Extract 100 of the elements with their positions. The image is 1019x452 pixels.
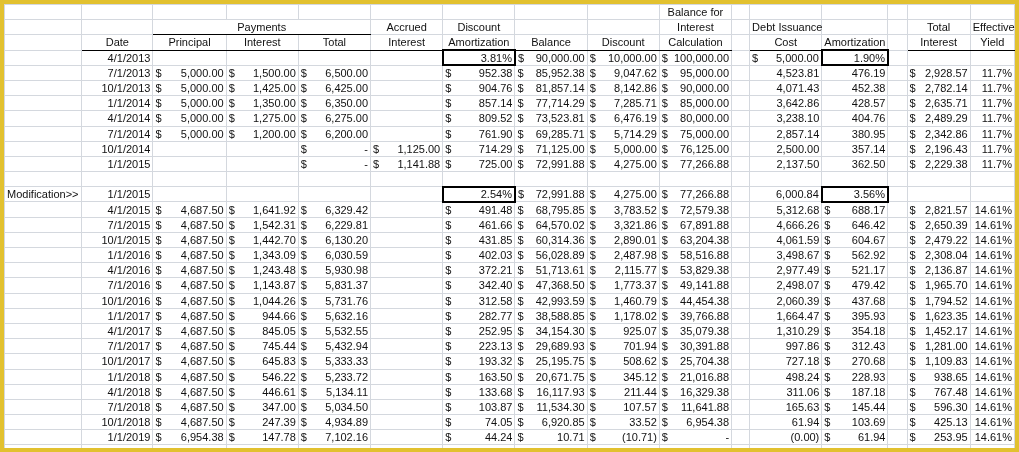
cell-value: 6,350.00 [325,97,369,110]
cell-value: 34,154.30 [535,325,585,338]
column-header: Discount [587,34,660,51]
currency-symbol: $ [824,218,831,231]
cell-value: 402.03 [478,249,513,262]
cell-value: 77,266.88 [680,188,730,201]
table-cell: 4,666.26 [749,217,822,233]
cell-value: 546.22 [262,370,296,383]
currency-symbol: $ [589,309,596,322]
currency-symbol: $ [228,82,235,95]
cell-value: 2,342.86 [924,127,968,140]
currency-symbol: $ [909,142,916,155]
currency-symbol: $ [909,400,916,413]
cell-value: 71,125.00 [535,142,585,155]
currency-symbol: $ [661,66,668,79]
table-cell: 476.19 [821,65,888,81]
currency-symbol: $ [155,112,162,125]
currency-symbol: $ [661,325,668,338]
cell-value: 461.66 [478,218,513,231]
currency-symbol: $ [589,400,596,413]
currency-symbol: $ [824,431,831,444]
cell-value: 4,687.50 [180,355,224,368]
cell-value: 6,130.20 [325,233,369,246]
table-cell: 11.7% [970,110,1015,126]
currency-symbol: $ [517,264,524,277]
cell-value: 25,195.75 [535,355,585,368]
column-header: Accrued [370,19,443,35]
cell-value: 72,579.38 [680,203,730,216]
currency-symbol: $ [228,112,235,125]
currency-symbol: $ [300,249,307,262]
cell-value: 342.40 [478,279,513,292]
cell-value: 33.52 [629,416,657,429]
cell-value: 147.78 [262,431,296,444]
cell-value: 354.18 [851,325,886,338]
currency-symbol: $ [517,325,524,338]
cell-value: 38,588.85 [535,309,585,322]
table-cell: 428.57 [821,95,888,111]
currency-symbol: $ [661,279,668,292]
currency-symbol: $ [589,264,596,277]
column-header: Total [907,19,971,35]
cell-value: 4,687.50 [180,385,224,398]
cell-value: 5,233.72 [325,370,369,383]
currency-symbol: $ [155,400,162,413]
currency-symbol: $ [155,294,162,307]
cell-value: 100,000.00 [674,51,730,64]
currency-symbol: $ [752,51,759,64]
cell-value: 2,890.01 [614,233,657,246]
cell-value: 35,079.38 [680,325,730,338]
currency-symbol: $ [909,431,916,444]
table-cell: 997.86 [749,338,822,354]
cell-value: 25,704.38 [680,355,730,368]
cell-value: 7,285.71 [614,97,657,110]
cell-value: 4,275.00 [614,188,657,201]
cell-value: 1,275.00 [253,112,296,125]
currency-symbol: $ [445,218,452,231]
cell-value: 596.30 [934,400,968,413]
currency-symbol: $ [589,157,596,170]
cell-value: 4,687.50 [180,203,224,216]
table-cell: 10/1/2018 [81,414,153,430]
currency-symbol: $ [589,142,596,155]
table-cell: 11.7% [970,95,1015,111]
column-header: Interest [226,34,299,51]
cell-value: 5,632.16 [325,309,369,322]
currency-symbol: $ [155,340,162,353]
cell-value: 68,795.85 [535,203,585,216]
column-header: Interest [370,34,443,51]
table-cell: 11.7% [970,80,1015,96]
cell-value: 646.42 [851,218,886,231]
column-header: Interest [659,19,732,35]
currency-symbol: $ [517,385,524,398]
currency-symbol: $ [661,218,668,231]
cell-value: 103.87 [478,400,513,413]
currency-symbol: $ [909,97,916,110]
cell-value: 1,425.00 [253,82,296,95]
currency-symbol: $ [589,188,596,201]
currency-symbol: $ [373,142,380,155]
currency-symbol: $ [155,355,162,368]
cell-value: 42,993.59 [535,294,585,307]
table-cell: 4,071.43 [749,80,822,96]
currency-symbol: $ [909,385,916,398]
currency-symbol: $ [517,400,524,413]
currency-symbol: $ [661,203,668,216]
currency-symbol: $ [517,416,524,429]
table-cell: 14.61% [970,293,1015,309]
table-cell: 1/1/2018 [81,369,153,385]
table-cell: 14.61% [970,369,1015,385]
currency-symbol: $ [445,67,452,80]
cell-value: 508.62 [623,355,657,368]
table-cell: 1/1/2019 [81,429,153,445]
currency-symbol: $ [517,233,524,246]
currency-symbol: $ [909,279,916,292]
currency-symbol: $ [155,82,162,95]
currency-symbol: $ [909,325,916,338]
currency-symbol: $ [517,203,524,216]
cell-value: 11,641.88 [680,400,730,413]
cell-value: 2,115.77 [614,264,657,277]
cell-value: 944.66 [262,309,296,322]
cell-value: 1,125.00 [397,142,441,155]
cell-value: 85,952.38 [535,66,585,79]
currency-symbol: $ [824,400,831,413]
